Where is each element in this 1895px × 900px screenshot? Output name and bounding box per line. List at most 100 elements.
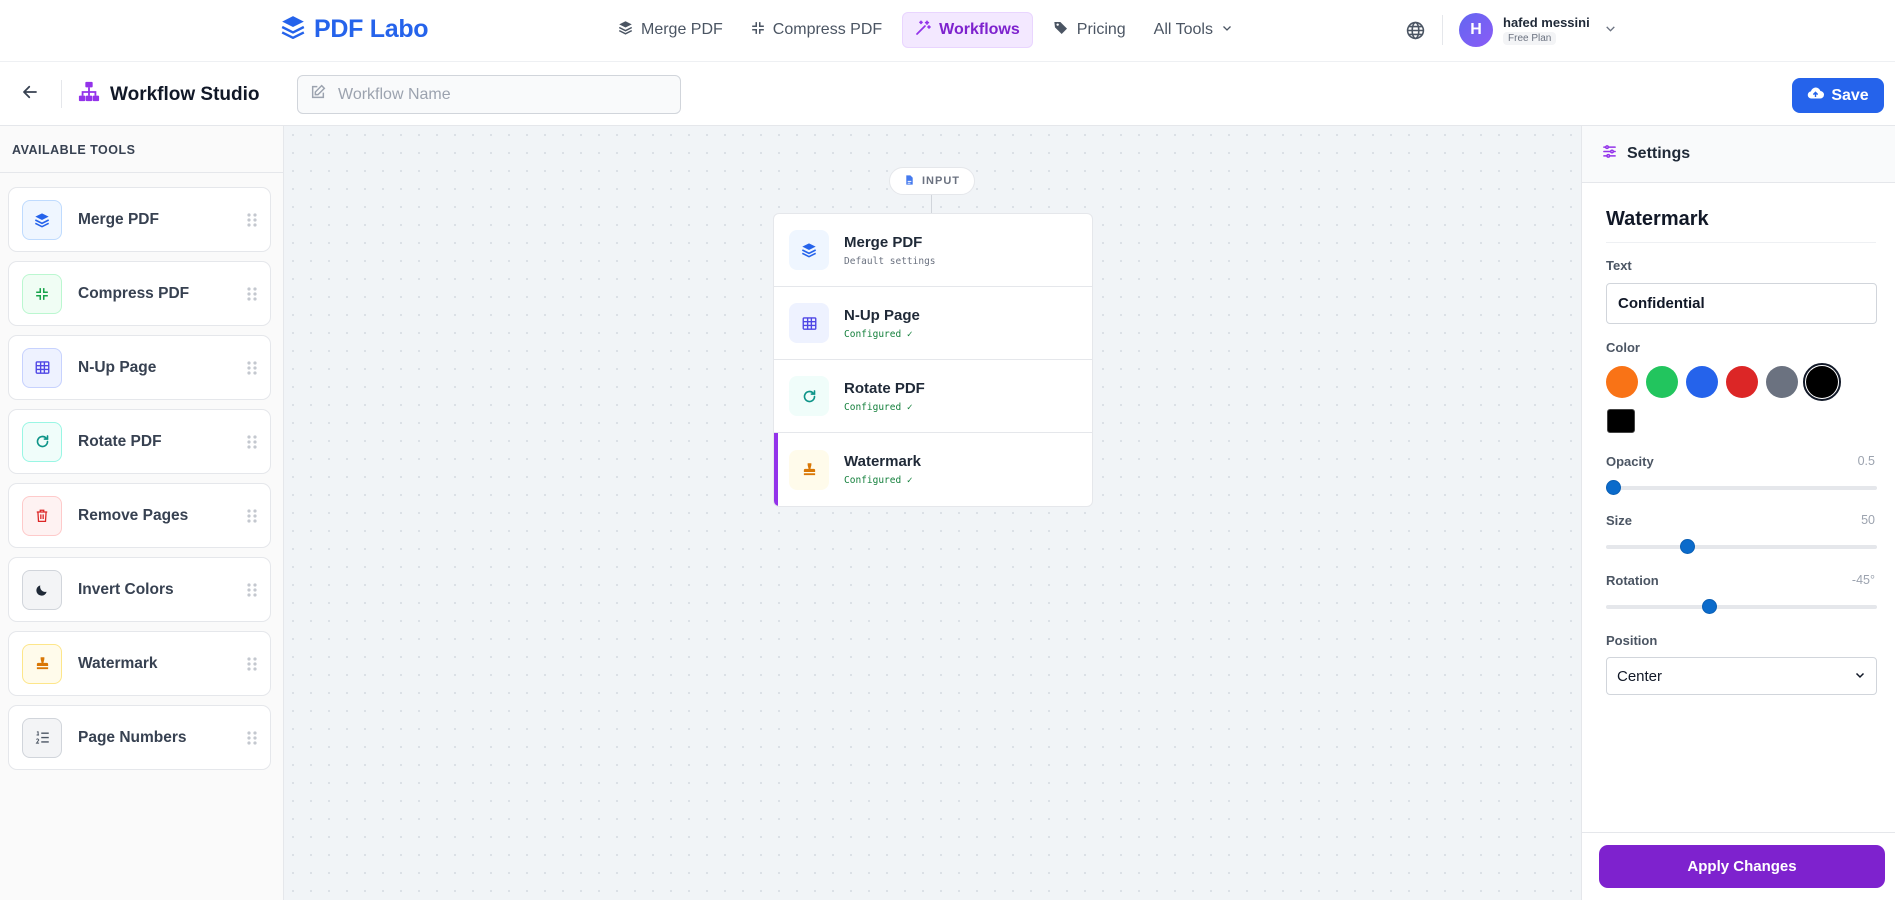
tool-merge-pdf[interactable]: Merge PDF [8,187,271,252]
color-swatch[interactable] [1726,366,1758,398]
color-label: Color [1606,340,1640,355]
stamp-icon [22,643,62,684]
color-swatch[interactable] [1646,366,1678,398]
save-label: Save [1831,86,1869,104]
size-slider[interactable] [1606,539,1877,554]
step-n-up-page[interactable]: N-Up Page Configured ✓ [774,287,1092,360]
nav-all-tools-label: All Tools [1153,21,1213,38]
custom-color-picker[interactable] [1607,409,1635,433]
slider-thumb[interactable] [1701,599,1717,614]
tool-n-up-page[interactable]: N-Up Page [8,335,271,400]
nav-merge-pdf-label: Merge PDF [641,21,723,38]
step-watermark[interactable]: Watermark Configured ✓ [774,433,1092,506]
trash-icon [22,495,62,536]
drag-handle-icon[interactable] [246,730,258,746]
slider-thumb[interactable] [1606,480,1621,495]
rotation-slider[interactable] [1606,599,1877,614]
nav-merge-pdf[interactable]: Merge PDF [610,12,731,48]
tool-rotate-pdf[interactable]: Rotate PDF [8,409,271,474]
plan-badge: Free Plan [1503,32,1557,45]
apply-changes-button[interactable]: Apply Changes [1599,845,1885,888]
brand-logo[interactable]: PDF Labo [280,14,429,45]
nav-compress-pdf[interactable]: Compress PDF [743,12,890,48]
step-title: Rotate PDF [844,379,925,397]
user-area: H hafed messini Free Plan [1400,10,1617,50]
nav-pricing[interactable]: Pricing [1045,12,1134,48]
layers-icon [280,14,306,45]
tool-label: Page Numbers [78,728,187,746]
opacity-slider[interactable] [1606,480,1877,495]
divider [61,80,62,108]
save-button[interactable]: Save [1792,78,1884,113]
nav-pricing-label: Pricing [1076,21,1126,38]
compress-icon [751,21,765,40]
opacity-label: Opacity [1606,454,1654,469]
grid-icon [789,303,829,343]
user-menu[interactable]: hafed messini Free Plan [1503,15,1590,45]
file-icon [904,174,915,189]
drag-handle-icon[interactable] [246,656,258,672]
drag-handle-icon[interactable] [246,434,258,450]
step-status: Configured ✓ [844,401,913,413]
tools-sidebar: AVAILABLE TOOLS Merge PDF Compress PDF N… [0,126,284,900]
drag-handle-icon[interactable] [246,508,258,524]
drag-handle-icon[interactable] [246,582,258,598]
drag-handle-icon[interactable] [246,360,258,376]
position-select[interactable]: Center [1606,657,1877,695]
position-value: Center [1617,667,1663,685]
tool-page-numbers[interactable]: Page Numbers [8,705,271,770]
size-label: Size [1606,513,1633,528]
tool-label: Watermark [78,654,158,672]
rotation-label: Rotation [1606,573,1659,588]
workflow-name-field[interactable] [297,75,681,114]
step-rotate-pdf[interactable]: Rotate PDF Configured ✓ [774,360,1092,433]
cloud-upload-icon [1807,85,1825,107]
step-status: Configured ✓ [844,475,913,486]
avatar[interactable]: H [1459,13,1493,47]
tool-watermark[interactable]: Watermark [8,631,271,696]
tool-label: Compress PDF [78,284,190,302]
layers-icon [789,230,829,270]
rotate-icon [789,376,829,416]
sliders-icon [1602,144,1617,164]
settings-footer: Apply Changes [1582,832,1895,900]
workflow-canvas[interactable]: INPUT Merge PDF Default settings N-Up Pa… [284,126,1581,900]
workflow-steps: Merge PDF Default settings N-Up Page Con… [773,213,1093,507]
tool-label: N-Up Page [78,358,157,376]
color-swatch[interactable] [1766,366,1798,398]
opacity-value: 0.5 [1857,454,1875,468]
brand-name: PDF Labo [314,15,429,43]
studio-heading: Workflow Studio [78,81,260,108]
color-swatch[interactable] [1606,366,1638,398]
edit-icon [310,84,326,105]
tool-label: Merge PDF [78,210,159,228]
workflow-name-input[interactable] [338,85,658,104]
color-swatch[interactable] [1803,363,1841,401]
input-label: INPUT [922,175,960,187]
tags-icon [1053,20,1069,41]
nav-workflows[interactable]: Workflows [902,12,1033,48]
nav-all-tools[interactable]: All Tools [1146,12,1241,48]
divider [1606,242,1876,243]
chevron-down-icon[interactable] [1604,22,1617,40]
slider-thumb[interactable] [1680,539,1696,554]
position-label: Position [1606,633,1658,648]
back-button[interactable] [16,80,44,108]
drag-handle-icon[interactable] [246,212,258,228]
tool-invert-colors[interactable]: Invert Colors [8,557,271,622]
watermark-text-input[interactable]: Confidential [1606,283,1877,324]
tool-remove-pages[interactable]: Remove Pages [8,483,271,548]
tool-label: Rotate PDF [78,432,162,450]
globe-icon[interactable] [1400,10,1430,50]
tool-label: Remove Pages [78,506,189,524]
chevron-down-icon [1854,668,1866,685]
tool-compress-pdf[interactable]: Compress PDF [8,261,271,326]
drag-handle-icon[interactable] [246,286,258,302]
settings-panel: Settings Watermark Text Confidential Col… [1581,126,1895,900]
main-nav: Merge PDF Compress PDF Workflows Pricing… [610,12,1241,48]
input-node[interactable]: INPUT [889,167,975,195]
studio-title: Workflow Studio [110,83,260,105]
color-swatch[interactable] [1686,366,1718,398]
user-name: hafed messini [1503,15,1590,30]
step-merge-pdf[interactable]: Merge PDF Default settings [774,214,1092,287]
